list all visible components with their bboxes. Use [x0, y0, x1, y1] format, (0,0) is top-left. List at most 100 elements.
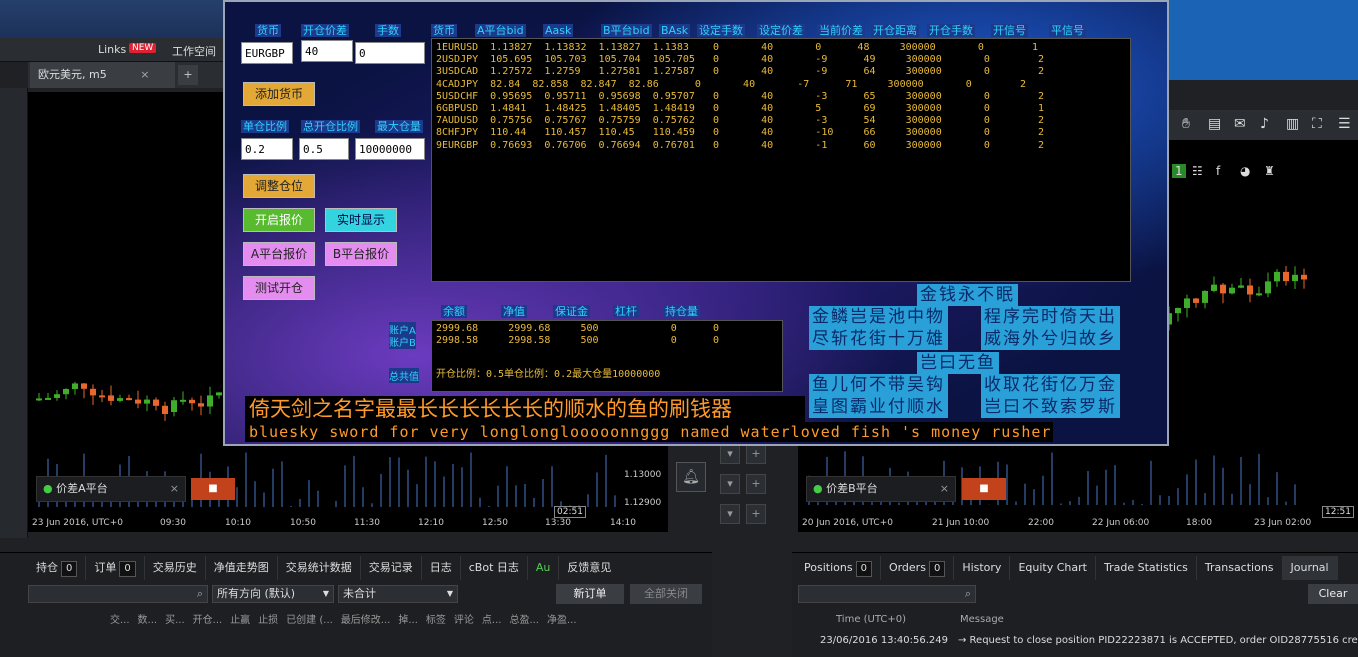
single-ratio-input[interactable] [241, 138, 293, 160]
add-tab-button[interactable]: + [178, 65, 198, 85]
tab-history[interactable]: 交易历史 [145, 556, 206, 580]
sound-icon[interactable]: ♪ [1260, 116, 1269, 132]
status-dot-icon: ● [813, 482, 823, 495]
search-input[interactable]: ⌕ [28, 585, 208, 603]
column-header[interactable]: 买... [165, 615, 185, 626]
symbol-input[interactable] [241, 42, 293, 64]
close-icon[interactable]: × [940, 477, 949, 501]
mail-icon[interactable]: ✉ [1234, 116, 1246, 132]
test-open-button[interactable]: 测试开仓 [243, 276, 315, 300]
realtime-display-button[interactable]: 实时显示 [325, 208, 397, 232]
tab-label: Orders [888, 561, 926, 574]
robot-icon[interactable]: ♜ [1264, 164, 1275, 178]
strategy-stop-button[interactable]: ■ [962, 478, 1006, 500]
close-icon[interactable]: × [170, 477, 179, 501]
clear-button[interactable]: Clear [1308, 584, 1358, 604]
close-all-button[interactable]: 全部关闭 [630, 584, 702, 604]
tab-orders[interactable]: Orders 0 [881, 556, 955, 580]
add-icon[interactable]: + [746, 504, 766, 524]
tab-feedback[interactable]: 反馈意见 [559, 556, 619, 580]
list-icon[interactable]: ☷ [1192, 164, 1203, 178]
fullscreen-icon[interactable]: ⛶ [1312, 116, 1322, 132]
journal-time: 23/06/2016 13:40:56.249 [820, 635, 948, 646]
time-tick: 09:30 [160, 518, 186, 528]
bell-icon[interactable]: 🔔︎ [676, 462, 706, 492]
account-header-cell: 净值 [501, 305, 527, 318]
chat-icon[interactable]: ◕ [1240, 164, 1250, 178]
column-header[interactable]: 点... [482, 615, 502, 626]
tab-trade-statistics[interactable]: Trade Statistics [1096, 556, 1197, 580]
column-header[interactable]: 评论 [454, 615, 474, 626]
chevron-down-icon[interactable]: ▾ [720, 474, 740, 494]
column-header[interactable]: 开仓... [193, 615, 223, 626]
poem-line: 收取花街亿万金 [981, 374, 1120, 396]
column-header[interactable]: 标签 [426, 615, 446, 626]
column-header[interactable]: 交... [110, 615, 130, 626]
column-header[interactable]: 已创建 (... [286, 615, 333, 626]
account-table-header: 余额 净值 保证金 杠杆 持仓量 [431, 305, 781, 319]
count-badge: 0 [855, 561, 872, 577]
spread-input[interactable] [301, 40, 353, 62]
candle-body [1202, 290, 1208, 303]
links-link[interactable]: Links [98, 43, 126, 56]
close-icon[interactable]: × [140, 68, 149, 81]
tab-positions[interactable]: 持仓 0 [28, 556, 87, 580]
column-header[interactable]: 数... [138, 615, 158, 626]
layout-icon[interactable]: ▥ [1286, 116, 1299, 132]
strategy-card-b[interactable]: ● 价差B平台 × [806, 476, 956, 502]
add-currency-button[interactable]: 添加货币 [243, 82, 315, 106]
cbot-icon[interactable]: 1 [1172, 164, 1186, 178]
journal-time-header[interactable]: Time (UTC+0) [836, 614, 906, 625]
column-header[interactable]: 净盈... [547, 615, 577, 626]
column-header[interactable]: 止赢 [230, 615, 250, 626]
chevron-down-icon: ▼ [322, 589, 329, 598]
column-header[interactable]: 最后修改... [341, 615, 391, 626]
add-icon[interactable]: + [746, 474, 766, 494]
chevron-down-icon[interactable]: ▾ [720, 504, 740, 524]
adjust-position-button[interactable]: 调整仓位 [243, 174, 315, 198]
facebook-icon[interactable]: f [1216, 164, 1220, 178]
hand-icon[interactable]: ✋︎ [1182, 116, 1190, 132]
status-dot-icon: ● [43, 482, 53, 495]
tab-automate[interactable]: Au [528, 556, 560, 580]
candle-body [63, 388, 69, 395]
new-badge: NEW [129, 43, 157, 53]
journal-message-header[interactable]: Message [960, 614, 1004, 625]
max-volume-input[interactable] [355, 138, 425, 160]
total-select[interactable]: 未合计 ▼ [338, 585, 458, 603]
header-currency: 货币 [255, 24, 281, 37]
column-header[interactable]: 掉... [398, 615, 418, 626]
b-platform-quote-button[interactable]: B平台报价 [325, 242, 397, 266]
tab-history[interactable]: History [954, 556, 1011, 580]
print-icon[interactable]: ▤ [1208, 116, 1221, 132]
column-header[interactable]: 总盈... [509, 615, 539, 626]
tab-transactions[interactable]: Transactions [1197, 556, 1283, 580]
tab-cbot-log[interactable]: cBot 日志 [461, 556, 528, 580]
tab-positions[interactable]: Positions 0 [796, 556, 881, 580]
chevron-down-icon[interactable]: ▾ [720, 444, 740, 464]
menu-icon[interactable]: ☰ [1338, 116, 1351, 132]
tab-statistics[interactable]: 交易统计数据 [278, 556, 361, 580]
workspace-menu[interactable]: 工作空间 [172, 43, 216, 59]
poem-line: 岂曰无鱼 [917, 352, 999, 374]
tab-log[interactable]: 日志 [422, 556, 461, 580]
strategy-card-a[interactable]: ● 价差A平台 × [36, 476, 186, 502]
tab-equity[interactable]: 净值走势图 [206, 556, 278, 580]
a-platform-quote-button[interactable]: A平台报价 [243, 242, 315, 266]
positions-table-header: 交... 数... 买... 开仓... 止赢 止损 已创建 (... 最后修改... 掉...… [110, 611, 710, 629]
start-quote-button[interactable]: 开启报价 [243, 208, 315, 232]
new-order-button[interactable]: 新订单 [556, 584, 624, 604]
search-input[interactable]: ⌕ [798, 585, 976, 603]
add-icon[interactable]: + [746, 444, 766, 464]
direction-select[interactable]: 所有方向 (默认) ▼ [212, 585, 334, 603]
tab-journal[interactable]: Journal [1282, 556, 1338, 580]
total-ratio-input[interactable] [299, 138, 349, 160]
tab-orders[interactable]: 订单 0 [86, 556, 145, 580]
strategy-stop-button[interactable]: ■ [191, 478, 235, 500]
chart-tab-eurusd[interactable]: 欧元美元, m5 × [30, 62, 175, 88]
tab-equity-chart[interactable]: Equity Chart [1010, 556, 1096, 580]
column-header[interactable]: 止损 [258, 615, 278, 626]
tab-transactions[interactable]: 交易记录 [361, 556, 422, 580]
lots-input[interactable] [355, 42, 425, 64]
left-sidebar [0, 88, 28, 538]
